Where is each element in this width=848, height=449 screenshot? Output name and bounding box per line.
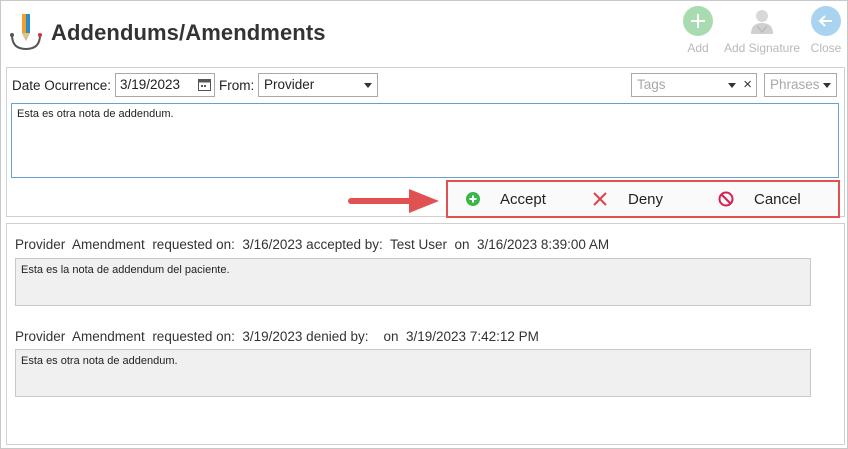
from-select[interactable]: Provider <box>258 73 378 97</box>
add-signature-button[interactable]: Add Signature <box>723 6 801 55</box>
chevron-down-icon <box>364 83 372 88</box>
history-entry-header: Provider Amendment requested on: 3/19/20… <box>15 329 539 344</box>
chevron-down-icon <box>823 83 831 88</box>
prohibited-icon <box>718 191 734 207</box>
cancel-button[interactable]: Cancel <box>718 182 801 216</box>
history-entry-note: Esta es otra nota de addendum. <box>15 349 811 397</box>
accept-label: Accept <box>500 190 546 208</box>
close-button[interactable]: Close <box>791 6 848 55</box>
date-ocurrence-value: 3/19/2023 <box>120 77 181 92</box>
arrow-right-icon <box>347 186 445 221</box>
phrases-placeholder: Phrases <box>770 77 820 92</box>
app-logo-icon <box>9 11 43 53</box>
date-ocurrence-input[interactable]: 3/19/2023 <box>115 73 215 97</box>
tags-placeholder: Tags <box>637 77 666 92</box>
note-text: Esta es otra nota de addendum. <box>17 108 174 120</box>
close-label: Close <box>810 41 842 55</box>
add-signature-label: Add Signature <box>723 41 801 55</box>
history-entry-header: Provider Amendment requested on: 3/16/20… <box>15 237 610 252</box>
plus-icon <box>683 6 713 36</box>
accept-button[interactable]: Accept <box>466 182 546 216</box>
history-entry-note-text: Esta es otra nota de addendum. <box>21 355 178 367</box>
action-bar: Accept Deny Cancel <box>446 180 840 218</box>
history-entry-note: Esta es la nota de addendum del paciente… <box>15 258 811 306</box>
plus-circle-icon <box>466 192 480 206</box>
cancel-label: Cancel <box>754 190 801 208</box>
from-select-value: Provider <box>264 77 315 92</box>
page-title: Addendums/Amendments <box>51 20 326 45</box>
calendar-icon[interactable] <box>198 78 211 94</box>
history-entry-note-text: Esta es la nota de addendum del paciente… <box>21 264 230 276</box>
back-arrow-icon <box>811 6 841 36</box>
from-label: From: <box>219 78 255 93</box>
x-icon <box>592 191 608 207</box>
deny-button[interactable]: Deny <box>592 182 663 216</box>
note-textarea[interactable]: Esta es otra nota de addendum. <box>11 103 839 178</box>
addendums-window: Addendums/Amendments Add Add Signature C… <box>0 0 848 449</box>
phrases-select[interactable]: Phrases <box>764 73 837 97</box>
date-ocurrence-label: Date Ocurrence: <box>12 78 112 93</box>
clear-icon[interactable]: × <box>743 76 752 93</box>
chevron-down-icon <box>728 83 736 88</box>
deny-label: Deny <box>628 190 664 208</box>
signature-user-icon <box>747 6 777 36</box>
tags-select[interactable]: Tags × <box>631 73 757 97</box>
